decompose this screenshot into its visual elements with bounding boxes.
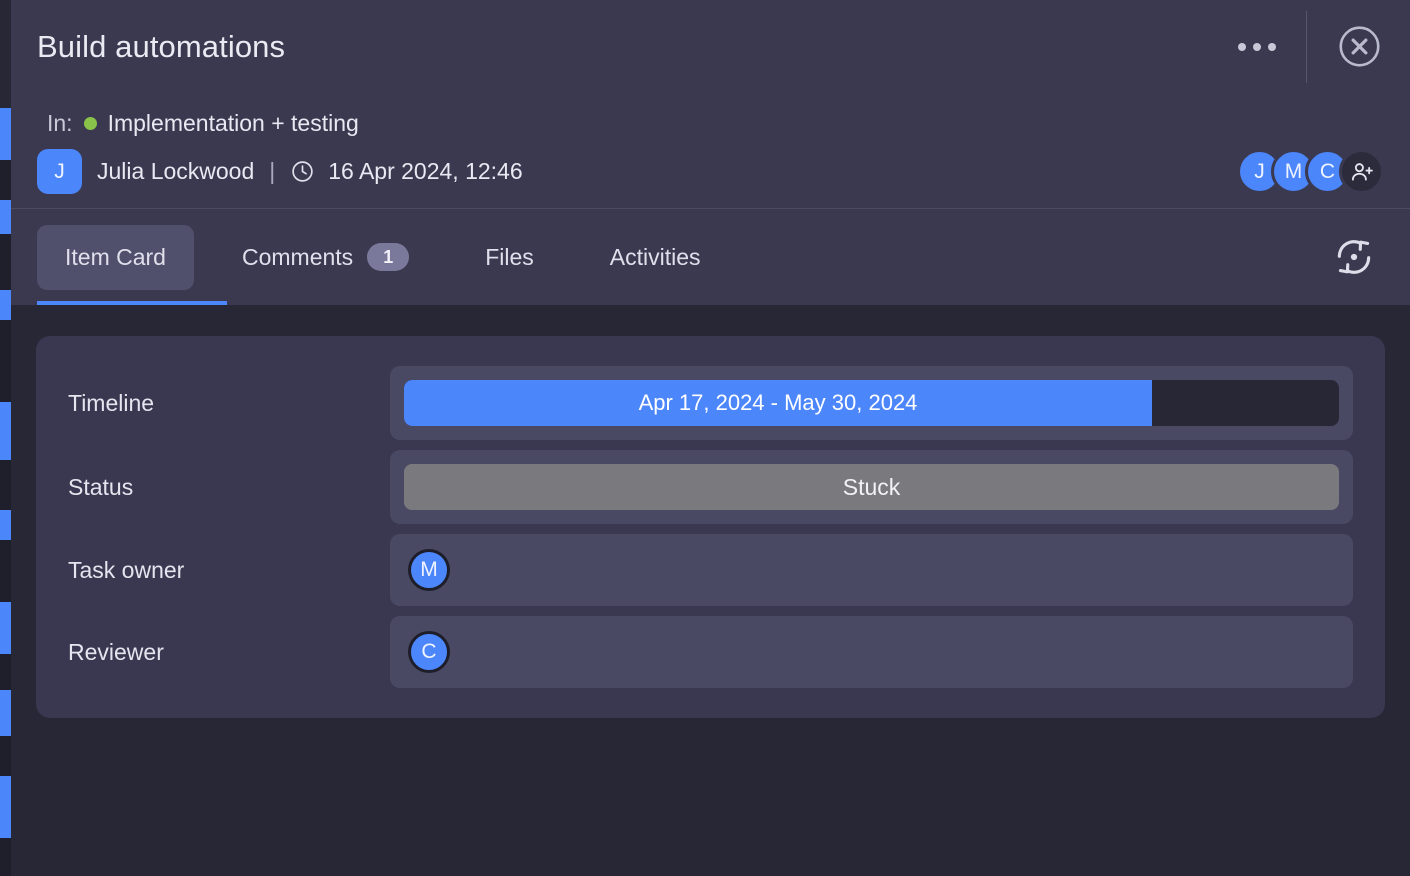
timeline-track: Apr 17, 2024 - May 30, 2024 [404, 380, 1339, 426]
modal-header: Build automations [11, 0, 1410, 93]
bg-chip [0, 838, 11, 876]
status-control[interactable]: Stuck [390, 450, 1353, 524]
field-label: Status [68, 450, 390, 524]
timeline-control[interactable]: Apr 17, 2024 - May 30, 2024 [390, 366, 1353, 440]
bg-chip [0, 108, 11, 160]
item-card-panel: Timeline Apr 17, 2024 - May 30, 2024 Sta… [11, 305, 1410, 876]
task-owner-control[interactable]: M [390, 534, 1353, 606]
field-status: Status Stuck [68, 450, 1353, 524]
bg-chip [0, 736, 11, 776]
background-strip [0, 0, 11, 876]
clock-icon [290, 159, 315, 184]
fields-card: Timeline Apr 17, 2024 - May 30, 2024 Sta… [36, 336, 1385, 718]
tab-item-card[interactable]: Item Card [37, 225, 194, 290]
in-label: In: [47, 110, 73, 137]
field-reviewer: Reviewer C [68, 616, 1353, 688]
assignee-avatar-group: J M C [1237, 149, 1384, 194]
ellipsis-icon[interactable] [1222, 33, 1292, 61]
tab-activities[interactable]: Activities [582, 225, 729, 290]
field-timeline: Timeline Apr 17, 2024 - May 30, 2024 [68, 366, 1353, 440]
page-title: Build automations [37, 29, 285, 65]
reviewer-control[interactable]: C [390, 616, 1353, 688]
active-tab-indicator [37, 301, 227, 305]
bg-chip [0, 460, 11, 510]
tab-bar: Item Card Comments 1 Files Activities [11, 209, 1410, 305]
tab-label: Comments [242, 244, 353, 271]
app-root: Build automations In: Implementati [0, 0, 1410, 876]
header-actions [1222, 0, 1410, 93]
field-label: Reviewer [68, 616, 390, 688]
bg-chip [0, 320, 11, 402]
meta-separator: | [269, 158, 275, 185]
bg-chip [0, 402, 11, 460]
bg-chip [0, 602, 11, 654]
bg-chip [0, 654, 11, 690]
add-person-icon[interactable] [1339, 149, 1384, 194]
status-badge: Stuck [404, 464, 1339, 510]
bg-chip [0, 690, 11, 736]
item-meta: In: Implementation + testing J Julia Loc… [11, 93, 1410, 209]
group-name[interactable]: Implementation + testing [108, 110, 359, 137]
header-divider [1306, 11, 1307, 83]
timeline-fill: Apr 17, 2024 - May 30, 2024 [404, 380, 1152, 426]
comments-count-badge: 1 [367, 243, 409, 271]
item-detail-modal: Build automations In: Implementati [11, 0, 1410, 876]
field-task-owner: Task owner M [68, 534, 1353, 606]
close-circle-icon[interactable] [1336, 23, 1383, 70]
bg-chip [0, 234, 11, 290]
tab-label: Activities [610, 244, 701, 271]
bg-chip [0, 160, 11, 200]
author-row: J Julia Lockwood | 16 Apr 2024, 12:46 J … [37, 149, 1384, 194]
timestamp: 16 Apr 2024, 12:46 [328, 158, 522, 185]
avatar[interactable]: J [37, 149, 82, 194]
field-label: Task owner [68, 534, 390, 606]
bg-chip [0, 290, 11, 320]
field-label: Timeline [68, 366, 390, 440]
tab-label: Files [485, 244, 534, 271]
avatar[interactable]: M [408, 549, 450, 591]
tab-label: Item Card [65, 244, 166, 271]
bg-chip [0, 776, 11, 838]
avatar[interactable]: C [408, 631, 450, 673]
group-status-dot-icon [84, 117, 97, 130]
author-name: Julia Lockwood [97, 158, 254, 185]
tab-files[interactable]: Files [457, 225, 562, 290]
refresh-sync-icon[interactable] [1324, 227, 1384, 287]
bg-chip [0, 510, 11, 540]
bg-chip [0, 540, 11, 602]
bg-chip [0, 200, 11, 234]
tab-comments[interactable]: Comments 1 [214, 224, 437, 290]
breadcrumb: In: Implementation + testing [37, 110, 1384, 137]
